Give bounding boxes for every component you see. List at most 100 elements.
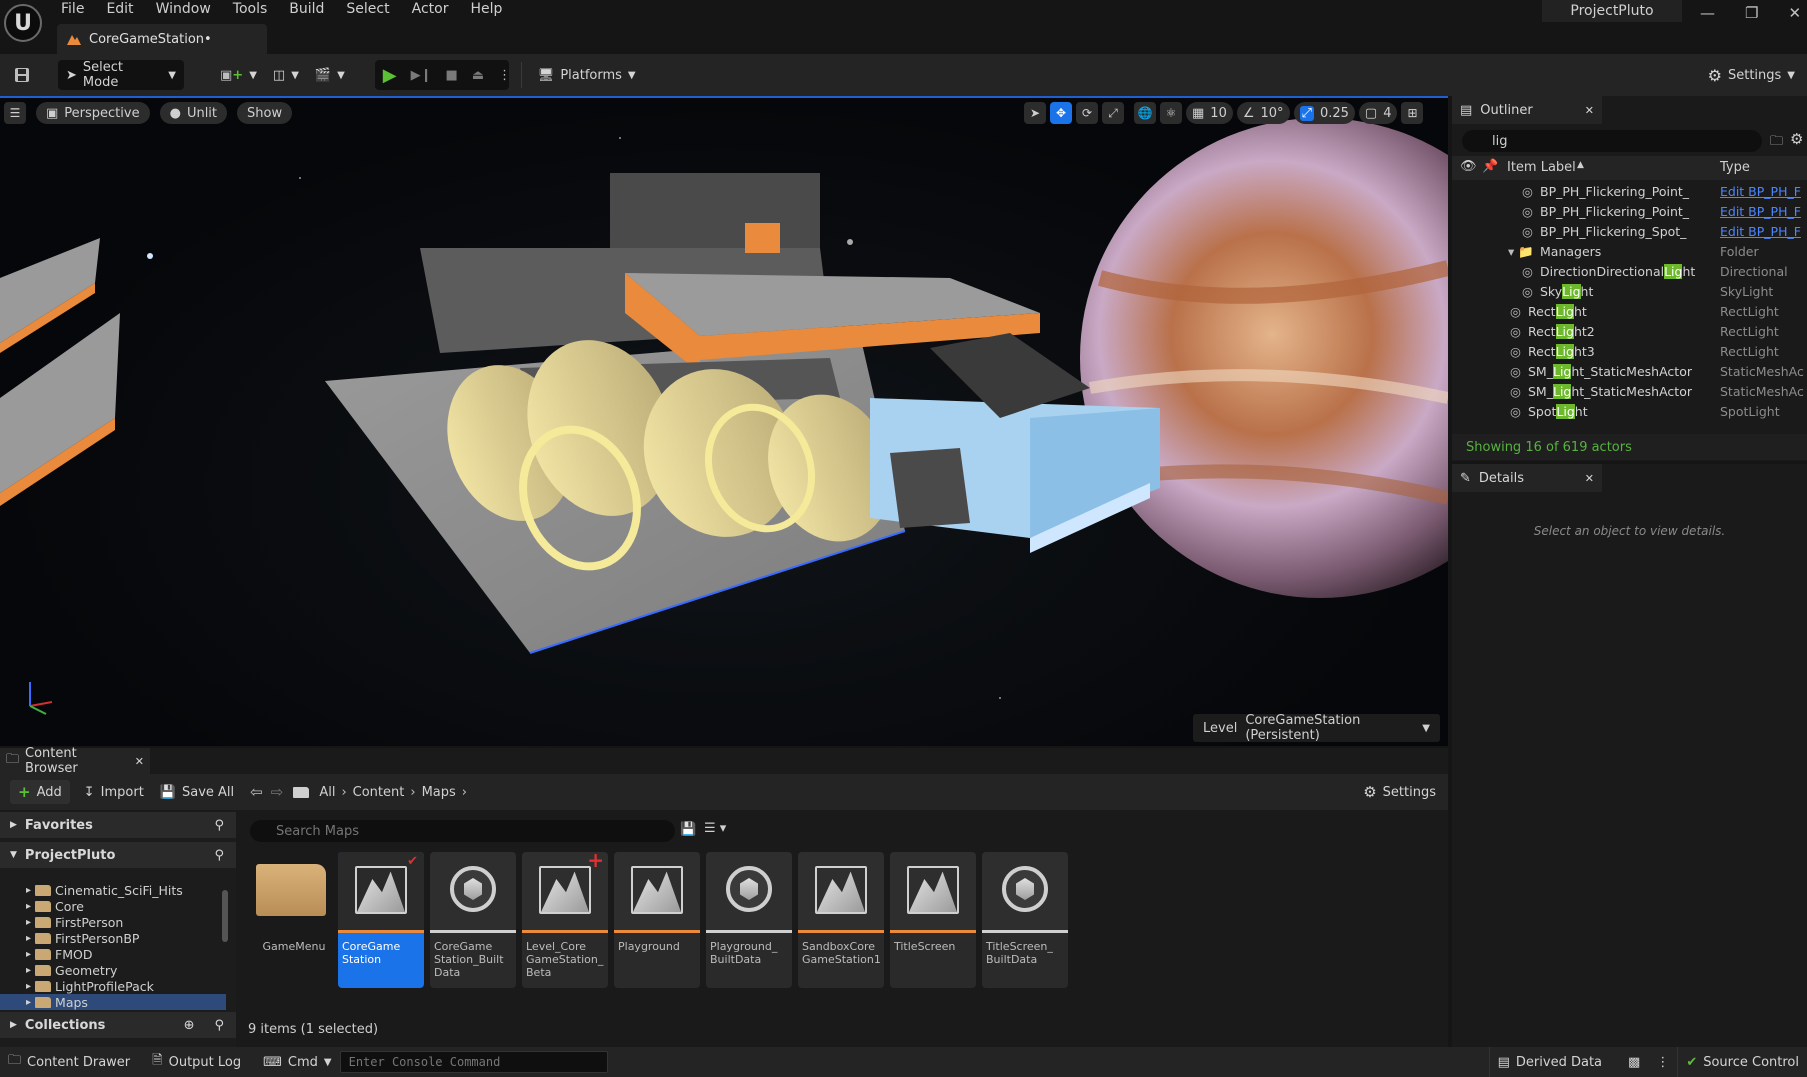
blueprint-button[interactable]: ◫ ▼ [265,60,307,90]
folder-tree-item[interactable]: ▸ Cinematic_SciFi_Hits [0,882,226,898]
content-drawer-button[interactable]: 🗀 Content Drawer [0,1047,138,1077]
perspective-button[interactable]: ▣ Perspective [36,102,150,124]
camera-speed-button[interactable]: ▢ 4 [1358,102,1398,124]
asset-tile[interactable]: ✔ CoreGame Station [338,852,424,988]
asset-tile[interactable]: Playground_ BuiltData [706,852,792,988]
advance-frame-icon[interactable]: ▶❙ [411,68,432,83]
asset-tile[interactable]: GameMenu [250,852,336,988]
settings-dropdown[interactable]: ⚙ Settings ▼ [1700,60,1803,90]
outliner-row[interactable]: ◎ BP_PH_Flickering_Spot_ Edit BP_PH_F [1452,224,1807,244]
menu-actor[interactable]: Actor [401,0,460,18]
gear-icon[interactable]: ⚙ [1790,130,1803,148]
scale-tool-icon[interactable]: ⤢ [1102,102,1124,124]
asset-tile[interactable]: SandboxCore GameStation1 [798,852,884,988]
add-button[interactable]: + Add [10,780,70,804]
menu-help[interactable]: Help [459,0,513,18]
outliner-row[interactable]: ◎ DirectionDirectionalLight Directional [1452,264,1807,284]
scale-snap-button[interactable]: ⤢ 0.25 [1293,102,1355,124]
add-folder-icon[interactable]: 🗀 [1770,132,1783,154]
level-document-tab[interactable]: CoreGameStation• [57,24,267,54]
folder-tree-item[interactable]: ▸ FirstPersonBP [0,930,226,946]
folder-tree-item[interactable]: ▸ FMOD [0,946,226,962]
platforms-dropdown[interactable]: 🖥 Platforms ▼ [530,60,644,90]
outliner-row-type[interactable]: Edit BP_PH_F [1720,224,1801,239]
minimize-icon[interactable]: — [1700,4,1715,22]
cinematics-button[interactable]: 🎬 ▼ [307,60,353,90]
rotation-snap-button[interactable]: ∠ 10° [1236,102,1290,124]
tree-scrollbar[interactable] [222,890,228,942]
search-icon[interactable]: ⚲ [214,1018,224,1033]
save-button[interactable] [6,60,38,90]
outliner-tab[interactable]: ▤ Outliner ✕ [1452,96,1602,124]
folder-tree-item[interactable]: ▸ Maps [0,994,226,1010]
menu-file[interactable]: File [50,0,95,18]
outliner-row[interactable]: ◎ SpotLight SpotLight [1452,404,1807,424]
back-icon[interactable]: ⇦ [250,783,263,801]
hamburger-menu-icon[interactable]: ☰ [4,102,26,124]
surface-snap-icon[interactable]: ⚛ [1160,102,1182,124]
outliner-row[interactable]: ◎ SM_Light_StaticMeshActor StaticMeshAc [1452,364,1807,384]
close-icon[interactable]: ✕ [1585,472,1594,485]
cmd-dropdown[interactable]: ⌨ Cmd ▼ [255,1047,339,1077]
breadcrumb-content[interactable]: Content [347,785,411,800]
more-options-icon[interactable]: ⋮ [498,68,511,83]
show-button[interactable]: Show [237,102,293,124]
asset-tile[interactable]: TitleScreen [890,852,976,988]
folder-tree-item[interactable]: ▸ LightProfilePack [0,978,226,994]
asset-tile[interactable]: Playground [614,852,700,988]
close-icon[interactable]: ✕ [135,755,144,768]
menu-select[interactable]: Select [335,0,400,18]
eject-icon[interactable]: ⏏ [472,68,484,83]
menu-window[interactable]: Window [145,0,222,18]
asset-tile[interactable]: TitleScreen_ BuiltData [982,852,1068,988]
level-viewport[interactable]: ☰ ▣ Perspective ● Unlit Show ➤ ✥ ⟳ ⤢ 🌐 ⚛… [0,96,1448,746]
outliner-row[interactable]: ◎ BP_PH_Flickering_Point_ Edit BP_PH_F [1452,204,1807,224]
view-mode-button[interactable]: ● Unlit [159,102,228,124]
restore-icon[interactable]: ❐ [1745,4,1758,22]
close-icon[interactable]: ✕ [1788,4,1801,22]
derived-data-button[interactable]: ▤ Derived Data [1488,1047,1610,1077]
search-icon[interactable]: ⚲ [214,848,224,863]
cb-settings-button[interactable]: ⚙ Settings [1355,780,1444,804]
forward-icon[interactable]: ⇨ [271,783,284,801]
save-all-button[interactable]: 💾 Save All [152,780,242,804]
close-icon[interactable]: ✕ [1585,104,1594,117]
outliner-row-type[interactable]: Edit BP_PH_F [1720,204,1801,219]
outliner-row[interactable]: ◎ SM_Light_StaticMeshActor StaticMeshAc [1452,384,1807,404]
outliner-search-input[interactable]: lig [1462,130,1762,152]
add-collection-icon[interactable]: ⊕ [184,1018,195,1033]
add-actor-button[interactable]: ▣ + ▼ [212,60,265,90]
folder-icon[interactable] [293,786,313,798]
stop-icon[interactable]: ■ [446,68,458,83]
outliner-row[interactable]: ◎ RectLight2 RectLight [1452,324,1807,344]
world-space-icon[interactable]: 🌐 [1134,102,1156,124]
menu-tools[interactable]: Tools [222,0,279,18]
menu-build[interactable]: Build [278,0,335,18]
collections-header[interactable]: ▶ Collections ⊕ ⚲ [0,1012,236,1038]
asset-tile[interactable]: CoreGame Station_Built Data [430,852,516,988]
source-control-button[interactable]: ✔ Source Control [1677,1047,1807,1077]
status-more-button[interactable]: ⋮ [1648,1047,1677,1077]
outliner-row[interactable]: ▾ 📁 Managers Folder [1452,244,1807,264]
asset-tile[interactable]: + Level_Core GameStation_ Beta [522,852,608,988]
select-tool-icon[interactable]: ➤ [1024,102,1046,124]
pin-icon[interactable]: 📌 [1482,159,1498,174]
column-item-label[interactable]: Item Label [1507,160,1576,175]
breadcrumb-all[interactable]: All [313,785,341,800]
rotate-tool-icon[interactable]: ⟳ [1076,102,1098,124]
console-command-input[interactable] [339,1051,608,1073]
outliner-row[interactable]: ◎ SkyLight SkyLight [1452,284,1807,304]
current-level-dropdown[interactable]: Level CoreGameStation (Persistent) ▼ [1193,713,1440,743]
grid-snap-button[interactable]: ▦ 10 [1186,102,1233,124]
unreal-logo-icon[interactable]: U [4,4,42,42]
content-browser-tab[interactable]: 🗀 Content Browser ✕ [0,746,150,776]
translate-tool-icon[interactable]: ✥ [1050,102,1072,124]
output-log-button[interactable]: 🗎 Output Log [144,1047,249,1077]
column-type[interactable]: Type [1720,160,1750,175]
folder-tree-item[interactable]: ▸ Core [0,898,226,914]
favorites-header[interactable]: ▶ Favorites ⚲ [0,812,236,838]
details-tab[interactable]: ✎ Details ✕ [1452,464,1602,492]
outliner-row[interactable]: ◎ RectLight RectLight [1452,304,1807,324]
import-button[interactable]: ↧ Import [76,780,152,804]
trace-button[interactable]: ▩ [1620,1047,1648,1077]
